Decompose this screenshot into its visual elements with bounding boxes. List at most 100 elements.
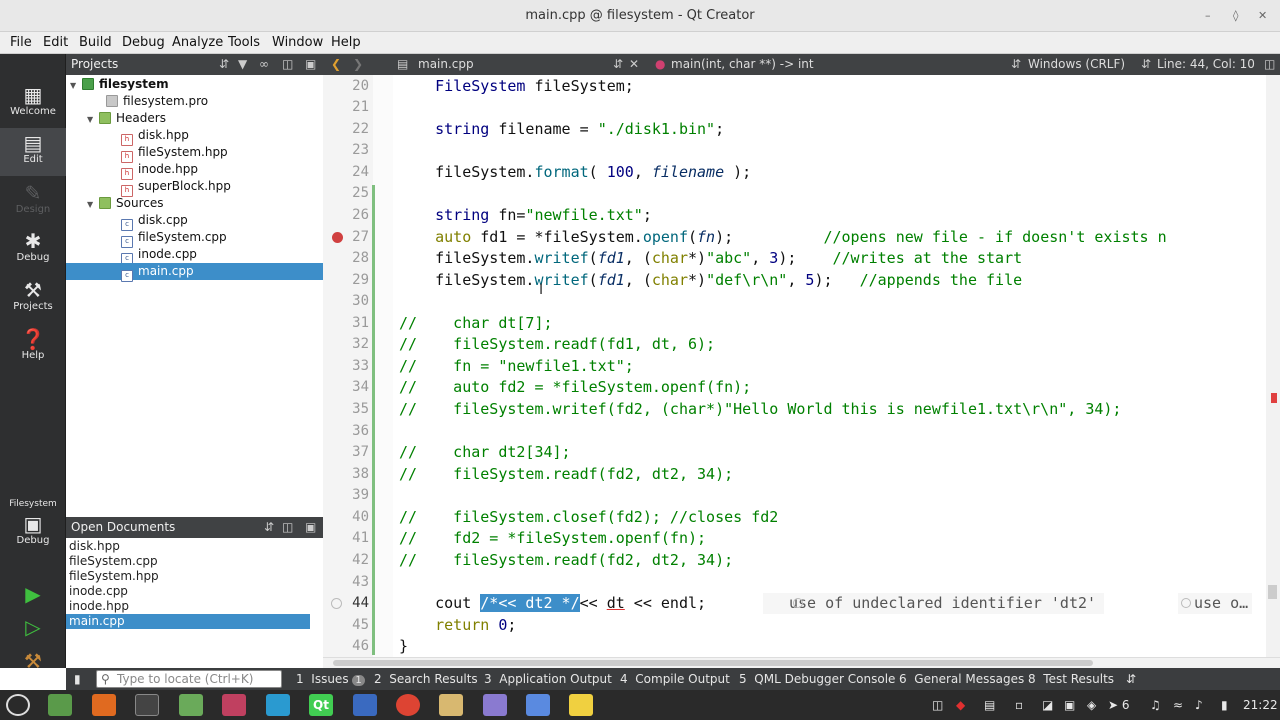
app-icon[interactable] (266, 694, 290, 716)
open-document[interactable]: fileSystem.cpp (66, 554, 310, 569)
tab-search-results[interactable]: 2 Search Results (374, 672, 478, 686)
back-arrow-icon[interactable]: ❮ (331, 57, 341, 71)
tree-item-folder[interactable]: ▼ Headers (87, 110, 166, 127)
code-line[interactable]: string filename = "./disk1.bin"; (399, 119, 724, 140)
code-line[interactable]: // char dt[7]; (399, 313, 553, 334)
toggle-sidebar-icon[interactable]: ▮ (74, 672, 81, 686)
tree-item-file[interactable]: c inode.cpp (121, 246, 197, 265)
show-desktop-icon[interactable] (48, 694, 72, 716)
code-line[interactable]: // fileSystem.readf(fd2, dt2, 34); (399, 550, 733, 571)
clipboard-tray-icon[interactable]: ▣ (1064, 698, 1075, 712)
open-document[interactable]: fileSystem.hpp (66, 569, 310, 584)
code-line-current[interactable]: cout /*<< dt2 */<< dt << endl; (399, 593, 706, 614)
tree-item-folder[interactable]: ▼ Sources (87, 195, 163, 212)
forward-arrow-icon[interactable]: ❯ (353, 57, 363, 71)
code-line[interactable]: // fileSystem.closef(fd2); //closes fd2 (399, 507, 778, 528)
debug-run-button[interactable]: ▷ (0, 612, 66, 639)
qt-creator-icon[interactable]: Qt (309, 694, 333, 716)
wifi-icon[interactable]: ≈ (1173, 698, 1183, 712)
locator-input[interactable]: ⚲ Type to locate (Ctrl+K) (96, 670, 282, 688)
text-editor-icon[interactable] (569, 694, 593, 716)
expand-arrow-icon[interactable]: ▼ (70, 77, 82, 94)
network-tray-icon[interactable]: ◫ (932, 698, 943, 712)
close-document-icon[interactable]: ✕ (629, 57, 639, 71)
mode-welcome[interactable]: ▦ Welcome (0, 80, 66, 128)
panel-switch-icon[interactable]: ⇵ (264, 520, 274, 534)
code-line[interactable]: // fileSystem.writef(fd2, (char*)"Hello … (399, 399, 1121, 420)
build-button[interactable]: ⚒ (0, 646, 66, 673)
document-app-icon[interactable] (353, 694, 377, 716)
battery-icon[interactable]: ▮ (1221, 698, 1228, 712)
tray-icon[interactable]: ▫ (1015, 698, 1023, 712)
line-ending-selector[interactable]: Windows (CRLF) (1028, 57, 1125, 71)
chrome-icon[interactable] (396, 694, 420, 716)
mode-help[interactable]: ❓ Help (0, 324, 66, 372)
vertical-scrollbar[interactable] (1266, 75, 1280, 657)
code-line[interactable]: fileSystem.format( 100, filename ); (399, 162, 751, 183)
mode-debug[interactable]: ✱ Debug (0, 226, 66, 274)
maximize-icon[interactable]: ◊ (1233, 9, 1238, 22)
menu-window[interactable]: Window (272, 35, 323, 50)
menu-file[interactable]: File (10, 35, 32, 50)
more-panes-icon[interactable]: ⇵ (1126, 672, 1136, 686)
tab-general-messages[interactable]: 6 General Messages (899, 672, 1024, 686)
scrollbar-thumb[interactable] (333, 660, 1093, 666)
open-document[interactable]: inode.cpp (66, 584, 310, 599)
current-file-selector[interactable]: main.cpp (418, 57, 474, 71)
tree-item-file[interactable]: c disk.cpp (121, 212, 188, 231)
code-line[interactable]: fileSystem.writef(fd1, (char*)"def\r\n",… (399, 270, 1022, 291)
menu-build[interactable]: Build (79, 35, 112, 50)
menu-debug[interactable]: Debug (122, 35, 165, 50)
tree-item-file[interactable]: h inode.hpp (121, 161, 198, 180)
code-line[interactable]: // fd2 = *fileSystem.openf(fn); (399, 528, 706, 549)
tray-icon[interactable]: ▤ (984, 698, 995, 712)
horizontal-scrollbar[interactable] (323, 657, 1280, 668)
tree-item-file[interactable]: h superBlock.hpp (121, 178, 231, 197)
cursor-position[interactable]: Line: 44, Col: 10 (1157, 57, 1255, 71)
inline-warning[interactable]: use of undeclared identifier 'dt2' (763, 593, 1105, 614)
tab-compile-output[interactable]: 4 Compile Output (620, 672, 730, 686)
line-ending-dropdown-icon[interactable]: ⇵ (1141, 57, 1151, 71)
archive-icon[interactable] (439, 694, 463, 716)
screenshot-icon[interactable] (526, 694, 550, 716)
mint-menu-icon[interactable] (6, 694, 30, 716)
tab-application-output[interactable]: 3 Application Output (484, 672, 612, 686)
code-line[interactable]: // fn = "newfile1.txt"; (399, 356, 634, 377)
firefox-icon[interactable] (92, 694, 116, 716)
app-icon[interactable] (483, 694, 507, 716)
code-line[interactable]: } (399, 636, 408, 657)
expand-arrow-icon[interactable]: ▼ (87, 196, 99, 213)
file-dropdown-icon[interactable]: ⇵ (613, 57, 623, 71)
workspace-indicator[interactable]: ➤ 6 (1108, 698, 1130, 712)
code-line[interactable]: string fn="newfile.txt"; (399, 205, 652, 226)
terminal-icon[interactable] (135, 694, 159, 716)
tray-icon[interactable]: ◪ (1042, 698, 1053, 712)
menu-help[interactable]: Help (331, 35, 361, 50)
kit-selector[interactable]: Filesystem ▣ Debug (0, 497, 66, 557)
tab-qml-debugger-console[interactable]: 5 QML Debugger Console (739, 672, 895, 686)
split-icon[interactable]: ◫ (282, 520, 293, 534)
scrollbar-thumb[interactable] (1268, 585, 1277, 599)
tree-item-selected-file[interactable]: c main.cpp (66, 263, 323, 282)
open-document[interactable]: inode.hpp (66, 599, 310, 614)
mode-edit[interactable]: ▤ Edit (0, 128, 66, 176)
split-icon[interactable]: ◫ (282, 57, 293, 71)
code-editor[interactable]: 20 21 22 23 24 25 26 27 28 29 30 31 32 3… (323, 75, 1280, 657)
filter-icon[interactable]: ▼ (238, 57, 247, 71)
code-line[interactable]: return 0; (399, 615, 516, 636)
symbol-selector[interactable]: main(int, char **) -> int (671, 57, 814, 71)
code-line[interactable]: // char dt2[34]; (399, 442, 571, 463)
volume-icon[interactable]: ♫ (1150, 698, 1161, 712)
code-line[interactable]: // fileSystem.readf(fd1, dt, 6); (399, 334, 715, 355)
menu-edit[interactable]: Edit (43, 35, 68, 50)
tree-item-file[interactable]: h fileSystem.hpp (121, 144, 228, 163)
clock[interactable]: 21:22 (1243, 698, 1278, 712)
close-panel-icon[interactable]: ▣ (305, 520, 316, 534)
tree-item-file[interactable]: h disk.hpp (121, 127, 189, 146)
music-icon[interactable]: ♪ (1195, 698, 1203, 712)
open-document-selected[interactable]: main.cpp (66, 614, 310, 629)
shield-tray-icon[interactable]: ◈ (1087, 698, 1096, 712)
tree-item-file[interactable]: filesystem.pro (106, 93, 208, 110)
open-document[interactable]: disk.hpp (66, 539, 310, 554)
app-tray-icon[interactable]: ◆ (956, 698, 965, 712)
